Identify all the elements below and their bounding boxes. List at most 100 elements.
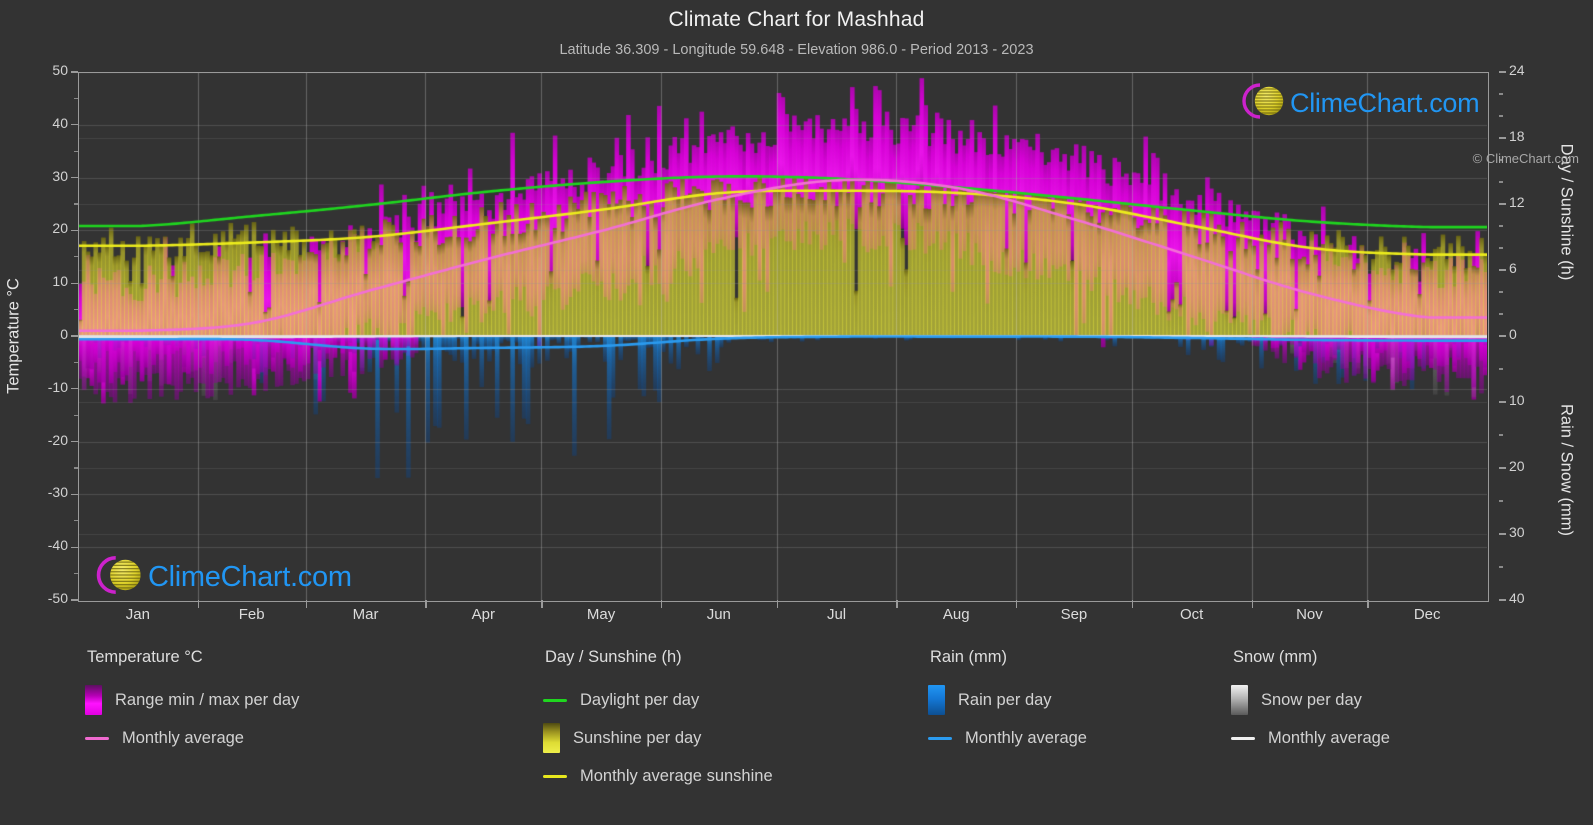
legend-item[interactable]: Snow per day	[1231, 681, 1390, 719]
logo-svg	[1242, 83, 1284, 119]
page-subtitle: Latitude 36.309 - Longitude 59.648 - Ele…	[559, 42, 1034, 58]
chart-plot-area	[78, 72, 1487, 600]
y-minortick-right	[1499, 566, 1503, 568]
y-minortick-left	[74, 414, 78, 416]
y-tick-right-hours-12: 12	[1509, 194, 1525, 210]
y-tick-right-mm-30: 30	[1509, 524, 1525, 540]
y-tickmark-left	[71, 282, 78, 284]
legend-item[interactable]: Monthly average	[85, 719, 299, 757]
x-tickmark	[660, 600, 663, 608]
y-tickmark-right	[1499, 269, 1506, 271]
legend-item-label: Monthly average sunshine	[580, 766, 773, 785]
x-tick-nov: Nov	[1296, 606, 1323, 623]
y-tickmark-left	[71, 124, 78, 126]
y-tick-left--20: -20	[47, 431, 68, 448]
legend-group-3: Snow (mm) Snow per day Monthly average	[1231, 648, 1390, 757]
x-tick-mar: Mar	[352, 606, 379, 623]
y-minortick-left	[74, 256, 78, 258]
watermark-logo-bottom: ClimeChart.com	[90, 552, 352, 603]
y-minortick-right	[1499, 313, 1503, 315]
y-tickmark-left	[71, 546, 78, 548]
y-tick-right-hours-0: 0	[1509, 326, 1517, 342]
y-tickmark-right	[1499, 137, 1506, 139]
legend-item[interactable]: Daylight per day	[543, 681, 773, 719]
legend-item[interactable]: Monthly average	[928, 719, 1087, 757]
legend-item-label: Monthly average	[965, 728, 1087, 747]
y-tickmark-left	[71, 493, 78, 496]
legend-line-icon	[85, 736, 109, 740]
y-minortick-left	[74, 467, 78, 469]
y-minortick-right	[1499, 247, 1503, 249]
legend-group-title: Snow (mm)	[1233, 648, 1318, 666]
y-tick-right-mm-10: 10	[1509, 392, 1525, 408]
y-tick-right-mm-40: 40	[1509, 590, 1525, 606]
x-tick-jul: Jul	[826, 606, 847, 623]
legend-group-1: Day / Sunshine (h) Daylight per day Sunshi…	[543, 648, 773, 795]
copyright-notice: © ClimeChart.com	[1472, 151, 1579, 166]
x-tick-jun: Jun	[706, 606, 731, 623]
legend-line-icon	[928, 736, 952, 740]
y-minortick-right	[1499, 291, 1503, 293]
legend-item-label: Monthly average	[122, 728, 244, 747]
x-tickmark	[896, 600, 898, 608]
watermark-text: ClimeChart.com	[1290, 88, 1480, 118]
watermark-text-2: ClimeChart.com	[148, 561, 352, 593]
y-minortick-right	[1499, 368, 1503, 370]
y-minortick-right	[1499, 181, 1503, 183]
x-tickmark	[425, 600, 427, 608]
chart-legend: Temperature °C Range min / max per day Mon…	[0, 648, 1593, 818]
watermark-logo-top: ClimeChart.com	[1236, 80, 1480, 127]
y-minortick-right	[1499, 225, 1503, 227]
legend-item[interactable]: Monthly average	[1231, 719, 1390, 757]
x-tick-apr: Apr	[471, 606, 495, 623]
legend-item[interactable]: Sunshine per day	[543, 719, 773, 757]
legend-swatch-icon	[1231, 685, 1248, 715]
y-tick-right-hours-6: 6	[1509, 260, 1517, 276]
legend-group-title: Day / Sunshine (h)	[545, 648, 682, 666]
legend-item-label: Daylight per day	[580, 690, 700, 709]
y-tickmark-right	[1499, 335, 1506, 337]
y-minortick-right	[1499, 500, 1503, 502]
legend-item[interactable]: Rain per day	[928, 681, 1087, 719]
y-minortick-left	[74, 309, 78, 311]
legend-swatch-icon	[928, 685, 945, 715]
y-minortick-right	[1499, 434, 1503, 436]
y-minortick-left	[74, 520, 78, 522]
legend-swatch-icon	[85, 685, 102, 715]
y-tickmark-right	[1499, 401, 1506, 403]
x-tick-dec: Dec	[1413, 606, 1441, 623]
y-minortick-left	[74, 97, 78, 99]
y-tickmark-left	[71, 176, 78, 179]
x-tick-sep: Sep	[1060, 606, 1088, 623]
legend-group-2: Rain (mm) Rain per day Monthly average	[928, 648, 1087, 757]
legend-item-label: Sunshine per day	[573, 728, 702, 747]
legend-group-title: Temperature °C	[87, 648, 203, 666]
x-tick-may: May	[586, 606, 616, 623]
x-tickmark	[1251, 600, 1253, 608]
y-axis-right-bottom-title: Rain / Snow (mm)	[1557, 403, 1576, 537]
y-tickmark-left	[71, 229, 78, 232]
legend-item-label: Rain per day	[958, 690, 1052, 709]
y-tick-left--50: -50	[47, 590, 68, 606]
page-title: Climate Chart for Mashhad	[668, 8, 925, 31]
x-tick-jan: Jan	[125, 606, 150, 623]
y-tickmark-left	[71, 388, 78, 390]
legend-item[interactable]: Monthly average sunshine	[543, 757, 773, 795]
y-axis-left-title: Temperature °C	[4, 278, 23, 394]
y-tickmark-right	[1499, 599, 1506, 601]
legend-line-icon	[543, 774, 567, 778]
x-tick-oct: Oct	[1180, 606, 1204, 623]
y-tick-right-hours-18: 18	[1509, 128, 1525, 144]
legend-item[interactable]: Range min / max per day	[85, 681, 299, 719]
y-tickmark-left	[71, 440, 78, 443]
x-tick-aug: Aug	[942, 606, 970, 623]
y-tickmark-left	[71, 599, 78, 601]
y-tickmark-left	[71, 71, 78, 73]
legend-swatch-icon	[543, 723, 560, 753]
legend-item-label: Range min / max per day	[115, 690, 300, 709]
y-tickmark-left	[71, 335, 78, 337]
legend-line-icon	[543, 698, 567, 702]
y-tickmark-right	[1499, 533, 1506, 535]
y-tick-left-50: 50	[52, 62, 68, 78]
x-tickmark	[1367, 600, 1369, 608]
